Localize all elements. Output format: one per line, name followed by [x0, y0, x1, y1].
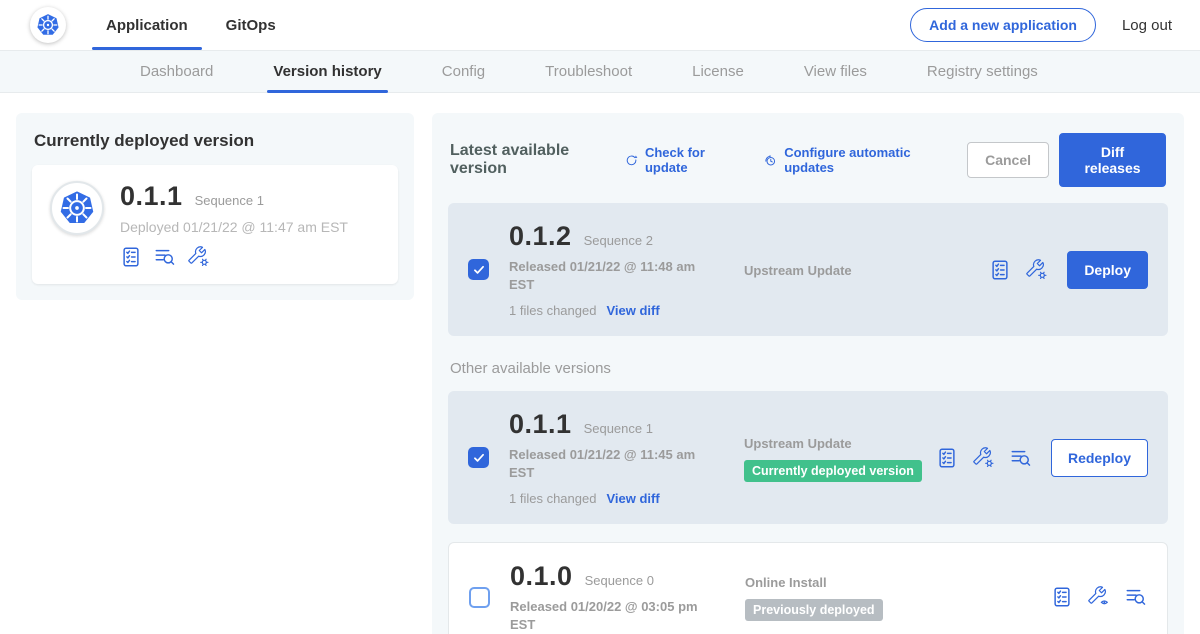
configure-automatic-updates-label: Configure automatic updates: [784, 145, 941, 175]
tab-registry-settings[interactable]: Registry settings: [925, 51, 1040, 92]
top-tab-label: Application: [106, 17, 188, 34]
tab-view-files[interactable]: View files: [802, 51, 869, 92]
tab-label: License: [692, 63, 744, 80]
source-label: Upstream Update: [744, 263, 989, 278]
version-actions: Deploy: [989, 251, 1148, 289]
configure-automatic-updates-link[interactable]: Configure automatic updates: [763, 145, 941, 175]
available-versions-panel: Latest available version Check for updat…: [432, 113, 1184, 634]
preflight-checks-icon[interactable]: [120, 246, 142, 268]
version-row-0-1-0: 0.1.0 Sequence 0 Released 01/20/22 @ 03:…: [448, 542, 1168, 634]
diff-releases-button[interactable]: Diff releases: [1059, 133, 1166, 187]
preflight-checks-icon[interactable]: [989, 259, 1011, 281]
tab-label: Config: [442, 63, 485, 80]
view-config-icon[interactable]: [1088, 586, 1110, 608]
version-info: 0.1.2 Sequence 2 Released 01/21/22 @ 11:…: [509, 221, 744, 318]
deployed-version-card: 0.1.1 Sequence 1 Deployed 01/21/22 @ 11:…: [32, 165, 398, 284]
version-checkbox[interactable]: [468, 259, 489, 280]
app-logo[interactable]: [30, 7, 66, 43]
available-panel-header: Latest available version Check for updat…: [450, 133, 1166, 187]
version-row-0-1-1: 0.1.1 Sequence 1 Released 01/21/22 @ 11:…: [448, 391, 1168, 524]
version-number: 0.1.0: [510, 561, 573, 592]
refresh-icon: [624, 152, 639, 169]
other-versions-heading: Other available versions: [450, 360, 1166, 377]
deployed-version-info: 0.1.1 Sequence 1 Deployed 01/21/22 @ 11:…: [120, 181, 348, 268]
cancel-button[interactable]: Cancel: [967, 142, 1049, 178]
check-for-update-link[interactable]: Check for update: [624, 145, 737, 175]
files-changed-label: 1 files changed: [509, 491, 596, 506]
version-info: 0.1.0 Sequence 0 Released 01/20/22 @ 03:…: [510, 561, 745, 633]
deployed-timestamp: Deployed 01/21/22 @ 11:47 am EST: [120, 219, 348, 235]
check-for-update-label: Check for update: [645, 145, 737, 175]
source-label: Upstream Update: [744, 436, 936, 451]
version-row-0-1-2: 0.1.2 Sequence 2 Released 01/21/22 @ 11:…: [448, 203, 1168, 336]
kubernetes-logo-icon: [35, 12, 61, 38]
source-label: Online Install: [745, 575, 1051, 590]
version-actions: [1051, 586, 1147, 608]
deployed-version-number: 0.1.1: [120, 181, 183, 212]
version-source: Upstream Update: [744, 261, 989, 278]
tab-label: Dashboard: [140, 63, 213, 80]
version-source: Upstream Update Currently deployed versi…: [744, 434, 936, 482]
logout-link[interactable]: Log out: [1122, 17, 1172, 34]
card-gap: [448, 524, 1168, 542]
currently-deployed-badge: Currently deployed version: [744, 460, 922, 482]
top-tab-label: GitOps: [226, 17, 276, 34]
deploy-logs-icon[interactable]: [1125, 586, 1147, 608]
main-content: Currently deployed version 0.1.1 Sequenc…: [0, 93, 1200, 634]
preflight-checks-icon[interactable]: [1051, 586, 1073, 608]
tab-label: Version history: [273, 63, 381, 80]
edit-config-icon[interactable]: [973, 447, 995, 469]
top-nav: Application GitOps Add a new application…: [0, 0, 1200, 50]
deploy-logs-icon[interactable]: [154, 246, 176, 268]
sequence-label: Sequence 2: [584, 233, 653, 248]
tab-config[interactable]: Config: [440, 51, 487, 92]
app-subnav: Dashboard Version history Config Trouble…: [0, 50, 1200, 93]
add-application-button[interactable]: Add a new application: [910, 8, 1096, 42]
version-info: 0.1.1 Sequence 1 Released 01/21/22 @ 11:…: [509, 409, 744, 506]
released-timestamp: Released 01/21/22 @ 11:45 am EST: [509, 446, 705, 481]
tab-version-history[interactable]: Version history: [271, 51, 383, 92]
redeploy-button[interactable]: Redeploy: [1051, 439, 1148, 477]
edit-config-icon[interactable]: [1026, 259, 1048, 281]
version-source: Online Install Previously deployed: [745, 573, 1051, 621]
schedule-update-icon: [763, 152, 778, 169]
top-tab-application[interactable]: Application: [92, 0, 202, 50]
previously-deployed-badge: Previously deployed: [745, 599, 883, 621]
top-tab-gitops[interactable]: GitOps: [212, 0, 290, 50]
released-timestamp: Released 01/20/22 @ 03:05 pm EST: [510, 598, 706, 633]
tab-license[interactable]: License: [690, 51, 746, 92]
files-changed-label: 1 files changed: [509, 303, 596, 318]
tab-label: View files: [804, 63, 867, 80]
kubernetes-logo-icon: [57, 188, 97, 228]
version-actions: Redeploy: [936, 439, 1148, 477]
check-icon: [472, 263, 486, 277]
available-panel-title: Latest available version: [450, 142, 608, 178]
released-timestamp: Released 01/21/22 @ 11:48 am EST: [509, 258, 705, 293]
version-checkbox[interactable]: [469, 587, 490, 608]
deploy-logs-icon[interactable]: [1010, 447, 1032, 469]
deployed-panel-title: Currently deployed version: [34, 131, 396, 151]
tab-troubleshoot[interactable]: Troubleshoot: [543, 51, 634, 92]
app-icon-ring: [50, 181, 104, 235]
version-number: 0.1.2: [509, 221, 572, 252]
preflight-checks-icon[interactable]: [936, 447, 958, 469]
sequence-label: Sequence 0: [585, 573, 654, 588]
view-diff-link[interactable]: View diff: [606, 303, 659, 318]
check-icon: [472, 451, 486, 465]
deployed-sequence-label: Sequence 1: [195, 193, 264, 208]
currently-deployed-panel: Currently deployed version 0.1.1 Sequenc…: [16, 113, 414, 300]
deploy-button[interactable]: Deploy: [1067, 251, 1148, 289]
sequence-label: Sequence 1: [584, 421, 653, 436]
edit-config-icon[interactable]: [188, 246, 210, 268]
version-number: 0.1.1: [509, 409, 572, 440]
view-diff-link[interactable]: View diff: [606, 491, 659, 506]
version-checkbox[interactable]: [468, 447, 489, 468]
tab-dashboard[interactable]: Dashboard: [138, 51, 215, 92]
tab-label: Troubleshoot: [545, 63, 632, 80]
tab-label: Registry settings: [927, 63, 1038, 80]
